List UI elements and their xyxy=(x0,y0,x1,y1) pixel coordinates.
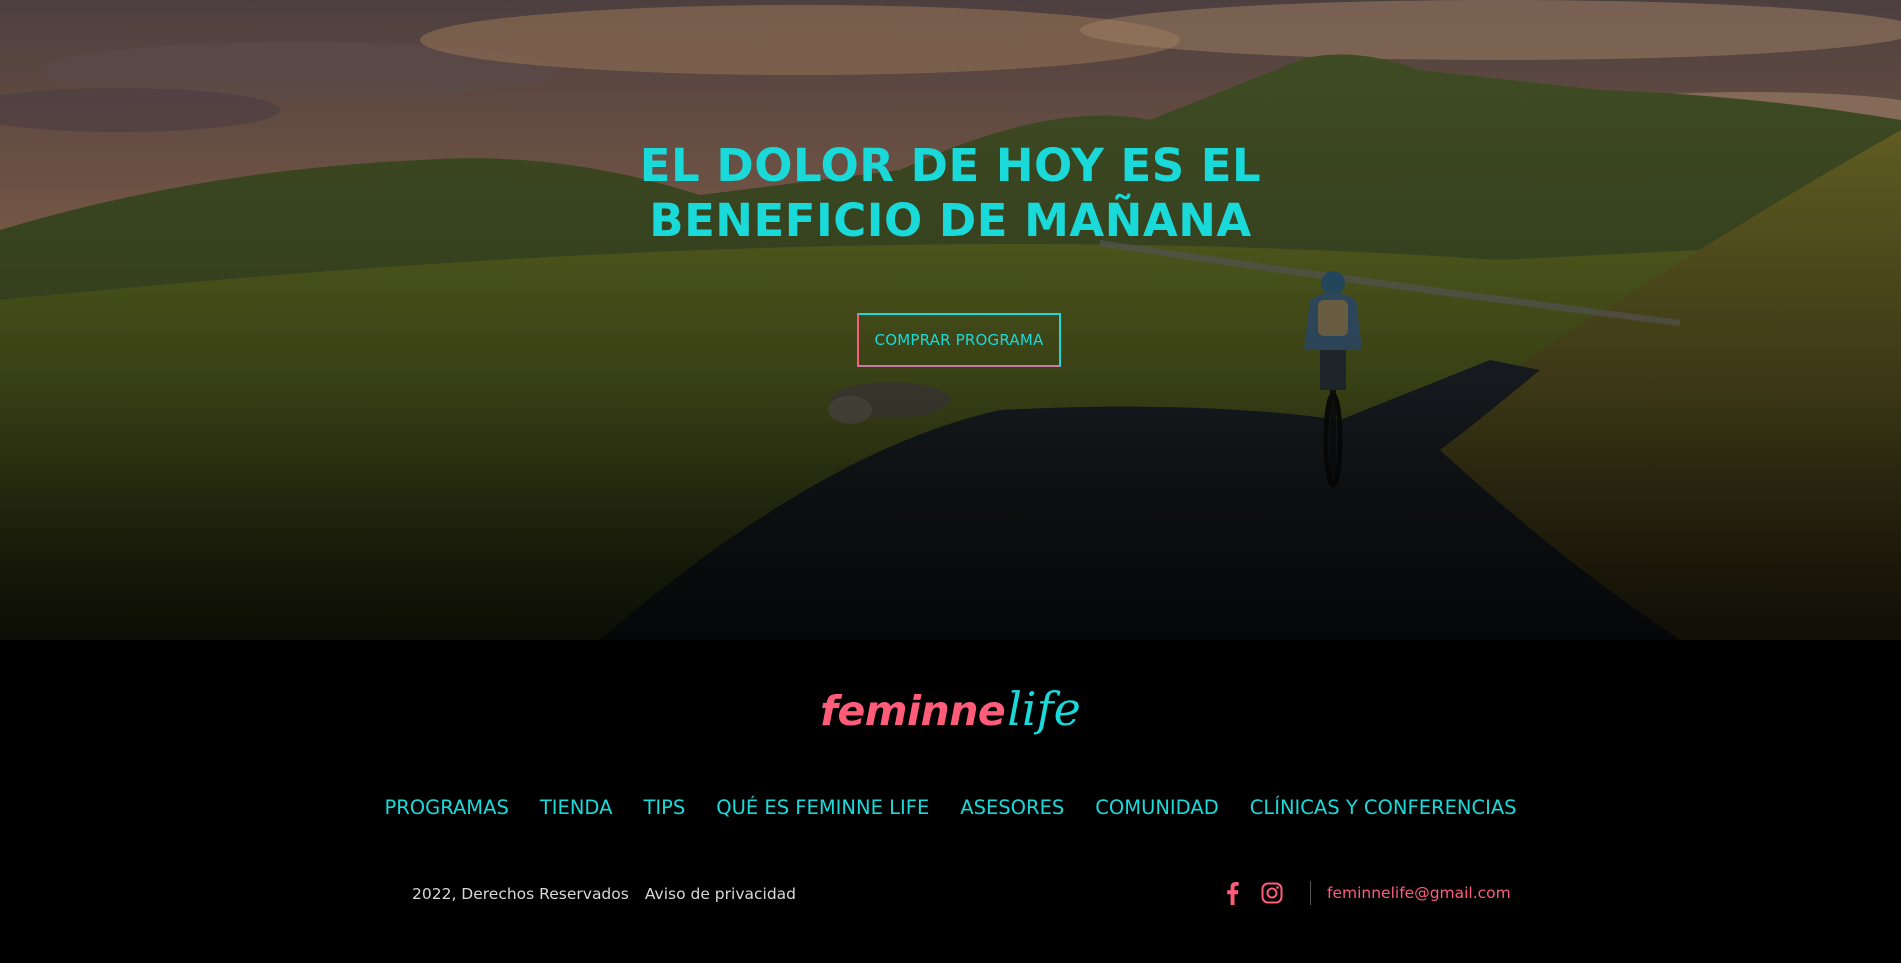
nav-programas[interactable]: PROGRAMAS xyxy=(384,796,508,819)
contact-area: feminnelife@gmail.com xyxy=(1220,878,1511,908)
nav-asesores[interactable]: ASESORES xyxy=(960,796,1064,819)
divider xyxy=(1310,881,1311,905)
logo[interactable]: feminnelife xyxy=(0,682,1901,762)
logo-wordmark-script: life xyxy=(1007,682,1081,736)
buy-program-button[interactable]: COMPRAR PROGRAMA xyxy=(857,313,1061,367)
facebook-icon[interactable] xyxy=(1220,881,1244,905)
nav-tienda[interactable]: TIENDA xyxy=(540,796,613,819)
hero-title: EL DOLOR DE HOY ES EL BENEFICIO DE MAÑAN… xyxy=(0,138,1901,248)
footer: feminnelife PROGRAMAS TIENDA TIPS QUÉ ES… xyxy=(0,640,1901,963)
instagram-icon[interactable] xyxy=(1260,881,1284,905)
nav-tips[interactable]: TIPS xyxy=(643,796,685,819)
legal-links: 2022, Derechos Reservados Aviso de priva… xyxy=(412,885,796,903)
hero-title-line-2: BENEFICIO DE MAÑANA xyxy=(649,194,1252,247)
footer-nav: PROGRAMAS TIENDA TIPS QUÉ ES FEMINNE LIF… xyxy=(0,796,1901,819)
email-link[interactable]: feminnelife@gmail.com xyxy=(1327,884,1511,902)
hero-section: EL DOLOR DE HOY ES EL BENEFICIO DE MAÑAN… xyxy=(0,0,1901,640)
nav-comunidad[interactable]: COMUNIDAD xyxy=(1095,796,1218,819)
logo-wordmark-bold: feminne xyxy=(820,687,1006,735)
nav-que-es-feminne-life[interactable]: QUÉ ES FEMINNE LIFE xyxy=(716,796,929,819)
copyright-text: 2022, Derechos Reservados xyxy=(412,885,629,903)
privacy-link[interactable]: Aviso de privacidad xyxy=(645,885,796,903)
nav-clinicas-y-conferencias[interactable]: CLÍNICAS Y CONFERENCIAS xyxy=(1250,796,1517,819)
hero-title-line-1: EL DOLOR DE HOY ES EL xyxy=(639,139,1262,192)
